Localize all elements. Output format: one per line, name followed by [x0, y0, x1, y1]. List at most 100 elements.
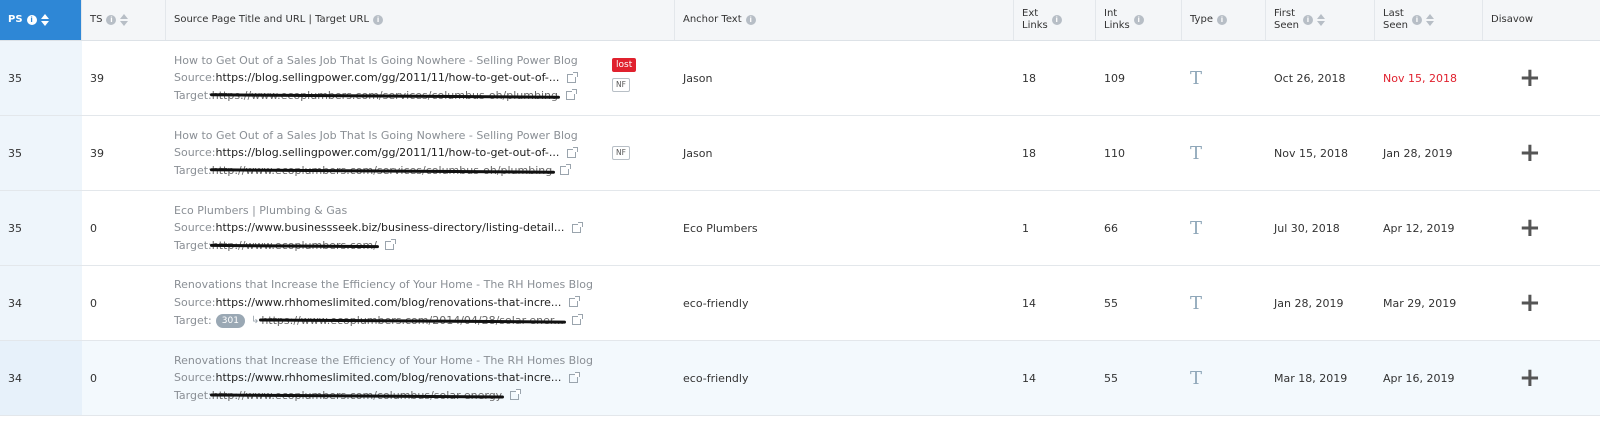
- disavow-add-button[interactable]: +: [1519, 140, 1541, 166]
- link-type: T: [1182, 116, 1266, 190]
- ps-value: 34: [0, 266, 82, 340]
- target-line: Target: http://www.ecoplumbers.com/servi…: [174, 162, 572, 180]
- sort-icon[interactable]: [1317, 14, 1325, 26]
- target-url[interactable]: https://www.ecoplumbers.com/services/col…: [212, 87, 558, 105]
- target-url[interactable]: http://www.ecoplumbers.com/columbus/sola…: [212, 387, 502, 405]
- info-icon[interactable]: i: [1412, 15, 1422, 25]
- ts-value: 0: [90, 296, 97, 310]
- external-link-icon[interactable]: [572, 221, 584, 233]
- column-header-type: Type i: [1182, 0, 1266, 40]
- source-url-link[interactable]: https://blog.sellingpower.com/gg/2011/11…: [216, 144, 560, 162]
- external-link-icon[interactable]: [510, 389, 522, 400]
- target-url[interactable]: http://www.ecoplumbers.com/: [212, 237, 377, 255]
- link-type: T: [1182, 341, 1266, 415]
- target-url[interactable]: http://www.ecoplumbers.com/services/colu…: [212, 162, 553, 180]
- first-seen-value: Mar 18, 2019: [1274, 371, 1348, 385]
- table-row: 35 0 Eco Plumbers | Plumbing & Gas Sourc…: [0, 191, 1600, 266]
- target-line: Target: http://www.ecoplumbers.com/: [174, 237, 396, 255]
- text-link-icon: T: [1190, 217, 1203, 239]
- ext-links-value: 18: [1022, 146, 1036, 160]
- info-icon[interactable]: i: [1051, 15, 1062, 25]
- info-icon[interactable]: i: [745, 15, 756, 25]
- source-url-link[interactable]: https://blog.sellingpower.com/gg/2011/11…: [216, 69, 560, 87]
- info-icon[interactable]: i: [106, 15, 117, 25]
- ext-links-value: 14: [1022, 371, 1036, 385]
- link-type: T: [1182, 41, 1266, 115]
- table-header: PS i TS i Source Page Title and URL | Ta…: [0, 0, 1600, 41]
- external-link-icon[interactable]: [571, 314, 583, 325]
- column-header-last-seen[interactable]: Last Seen i: [1375, 0, 1483, 40]
- ps-value: 35: [0, 116, 82, 190]
- source-page-title: Renovations that Increase the Efficiency…: [174, 278, 593, 292]
- ts-value: 39: [90, 146, 104, 160]
- source-url-link[interactable]: https://www.rhhomeslimited.com/blog/reno…: [216, 369, 562, 387]
- first-seen-value: Oct 26, 2018: [1274, 71, 1346, 85]
- source-target-cell: Renovations that Increase the Efficiency…: [166, 341, 675, 415]
- external-link-icon[interactable]: [384, 239, 396, 250]
- disavow-add-button[interactable]: +: [1519, 290, 1541, 316]
- source-target-cell: Eco Plumbers | Plumbing & Gas Source: ht…: [166, 191, 675, 265]
- info-icon[interactable]: i: [1216, 15, 1227, 25]
- last-seen-value: Apr 12, 2019: [1383, 221, 1455, 235]
- first-seen-value: Jan 28, 2019: [1274, 296, 1344, 310]
- source-url-link[interactable]: https://www.businessseek.biz/business-di…: [216, 219, 565, 237]
- info-icon[interactable]: i: [1133, 15, 1144, 25]
- text-link-icon: T: [1190, 67, 1203, 89]
- backlinks-table: PS i TS i Source Page Title and URL | Ta…: [0, 0, 1600, 425]
- column-header-source: Source Page Title and URL | Target URL i: [166, 0, 675, 40]
- info-icon[interactable]: i: [1303, 15, 1313, 25]
- disavow-cell: +: [1483, 41, 1600, 115]
- ps-value: 34: [0, 341, 82, 415]
- text-link-icon: T: [1190, 292, 1203, 314]
- int-links-value: 55: [1104, 371, 1118, 385]
- external-link-icon[interactable]: [569, 296, 581, 307]
- external-link-icon[interactable]: [565, 89, 577, 100]
- disavow-add-button[interactable]: +: [1519, 365, 1541, 391]
- sort-icon[interactable]: [40, 14, 49, 26]
- target-line: Target: https://www.ecoplumbers.com/serv…: [174, 87, 577, 105]
- ts-value: 39: [90, 71, 104, 85]
- last-seen-value: Apr 16, 2019: [1383, 371, 1455, 385]
- disavow-add-button[interactable]: +: [1519, 65, 1541, 91]
- source-url-link[interactable]: https://www.rhhomeslimited.com/blog/reno…: [216, 294, 562, 312]
- anchor-text: eco-friendly: [683, 296, 749, 310]
- source-page-title: Renovations that Increase the Efficiency…: [174, 353, 593, 367]
- disavow-add-button[interactable]: +: [1519, 215, 1541, 241]
- nofollow-badge: NF: [612, 78, 630, 92]
- last-seen-value: Jan 28, 2019: [1383, 146, 1453, 160]
- source-line: Source: https://blog.sellingpower.com/gg…: [174, 69, 579, 87]
- redirect-301-badge: 301: [215, 314, 245, 329]
- table-row: 35 39 How to Get Out of a Sales Job That…: [0, 116, 1600, 191]
- column-header-disavow: Disavow: [1491, 14, 1534, 25]
- source-target-cell: Renovations that Increase the Efficiency…: [166, 266, 675, 340]
- external-link-icon[interactable]: [567, 146, 579, 158]
- external-link-icon[interactable]: [569, 371, 581, 383]
- sort-icon[interactable]: [1426, 14, 1434, 26]
- disavow-cell: +: [1483, 266, 1600, 340]
- column-header-ts[interactable]: TS i: [82, 0, 166, 40]
- column-header-ps[interactable]: PS i: [0, 0, 82, 40]
- column-header-first-seen[interactable]: First Seen i: [1266, 0, 1375, 40]
- external-link-icon[interactable]: [567, 71, 579, 83]
- info-icon[interactable]: i: [26, 15, 37, 25]
- last-seen-value: Nov 15, 2018: [1383, 71, 1457, 85]
- text-link-icon: T: [1190, 367, 1203, 389]
- sort-icon[interactable]: [120, 14, 129, 26]
- ext-links-value: 1: [1022, 221, 1029, 235]
- int-links-value: 110: [1104, 146, 1125, 160]
- external-link-icon[interactable]: [560, 164, 572, 175]
- disavow-cell: +: [1483, 191, 1600, 265]
- anchor-text: Jason: [683, 71, 713, 85]
- source-target-cell: How to Get Out of a Sales Job That Is Go…: [166, 41, 675, 115]
- disavow-cell: +: [1483, 116, 1600, 190]
- target-url[interactable]: https://www.ecoplumbers.com/2014/04/28/s…: [261, 312, 564, 330]
- anchor-text: Eco Plumbers: [683, 221, 758, 235]
- source-line: Source: https://www.businessseek.biz/bus…: [174, 219, 584, 237]
- target-line: Target: 301 ↳ https://www.ecoplumbers.com/…: [174, 311, 583, 330]
- int-links-value: 66: [1104, 221, 1118, 235]
- column-header-anchor: Anchor Text i: [675, 0, 1014, 40]
- info-icon[interactable]: i: [373, 15, 384, 25]
- link-type: T: [1182, 266, 1266, 340]
- last-seen-value: Mar 29, 2019: [1383, 296, 1457, 310]
- table-body: 35 39 How to Get Out of a Sales Job That…: [0, 41, 1600, 416]
